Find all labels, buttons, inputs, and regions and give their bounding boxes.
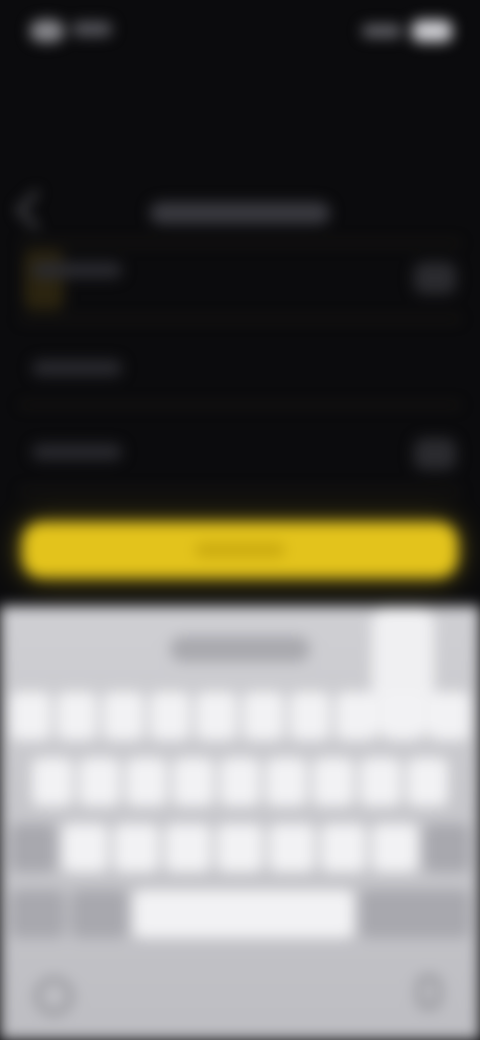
- camera-indicator-icon: [30, 20, 64, 42]
- signal-icon: [362, 25, 402, 37]
- onscreen-keyboard[interactable]: [0, 606, 480, 1040]
- key[interactable]: [113, 824, 160, 872]
- address-label[interactable]: [32, 360, 122, 376]
- emoji-key[interactable]: [71, 890, 127, 938]
- key[interactable]: [429, 692, 470, 740]
- amount-label: [32, 262, 122, 278]
- divider: [20, 404, 460, 406]
- key[interactable]: [56, 692, 98, 740]
- note-label[interactable]: [32, 444, 122, 460]
- key[interactable]: [103, 692, 144, 740]
- battery-icon: [412, 20, 452, 42]
- backspace-key[interactable]: [424, 824, 471, 872]
- key[interactable]: [219, 758, 261, 806]
- key[interactable]: [172, 758, 214, 806]
- keyboard-suggestion[interactable]: [170, 636, 310, 662]
- key[interactable]: [242, 692, 284, 740]
- confirm-button[interactable]: [22, 522, 458, 578]
- key[interactable]: [313, 758, 355, 806]
- key[interactable]: [10, 692, 51, 740]
- key[interactable]: [149, 692, 191, 740]
- keyboard-row-2: [32, 758, 449, 806]
- status-bar: [0, 0, 480, 64]
- key[interactable]: [372, 824, 419, 872]
- keyboard-bottom-bar: [0, 962, 480, 1040]
- back-chevron-icon[interactable]: [16, 190, 56, 230]
- key[interactable]: [78, 758, 120, 806]
- keyboard-row-4: [10, 890, 470, 938]
- keyboard-row-1: [10, 692, 470, 740]
- key[interactable]: [32, 758, 73, 806]
- return-key[interactable]: [359, 890, 470, 938]
- microphone-icon[interactable]: [418, 976, 440, 1008]
- page-title: [150, 202, 330, 224]
- key[interactable]: [61, 824, 108, 872]
- key[interactable]: [196, 692, 237, 740]
- shift-key[interactable]: [10, 824, 56, 872]
- divider: [20, 242, 460, 244]
- numbers-key[interactable]: [10, 890, 66, 938]
- key[interactable]: [125, 758, 167, 806]
- key[interactable]: [320, 824, 367, 872]
- globe-icon[interactable]: [36, 978, 72, 1014]
- space-key[interactable]: [132, 890, 354, 938]
- amount-field-accent: [24, 250, 64, 310]
- key[interactable]: [268, 824, 315, 872]
- status-time: [72, 22, 112, 36]
- confirm-button-label: [195, 543, 285, 557]
- key[interactable]: [336, 692, 377, 740]
- keyboard-row-3: [10, 824, 471, 872]
- key[interactable]: [289, 692, 331, 740]
- key[interactable]: [407, 758, 449, 806]
- key[interactable]: [165, 824, 212, 872]
- amount-action-icon[interactable]: [414, 262, 456, 294]
- status-icons: [342, 20, 452, 42]
- note-action-icon[interactable]: [414, 438, 456, 470]
- divider: [20, 318, 460, 320]
- key[interactable]: [382, 692, 424, 740]
- navigation-header: [0, 190, 480, 240]
- key[interactable]: [360, 758, 402, 806]
- key[interactable]: [217, 824, 263, 872]
- divider: [20, 490, 460, 492]
- key[interactable]: [266, 758, 308, 806]
